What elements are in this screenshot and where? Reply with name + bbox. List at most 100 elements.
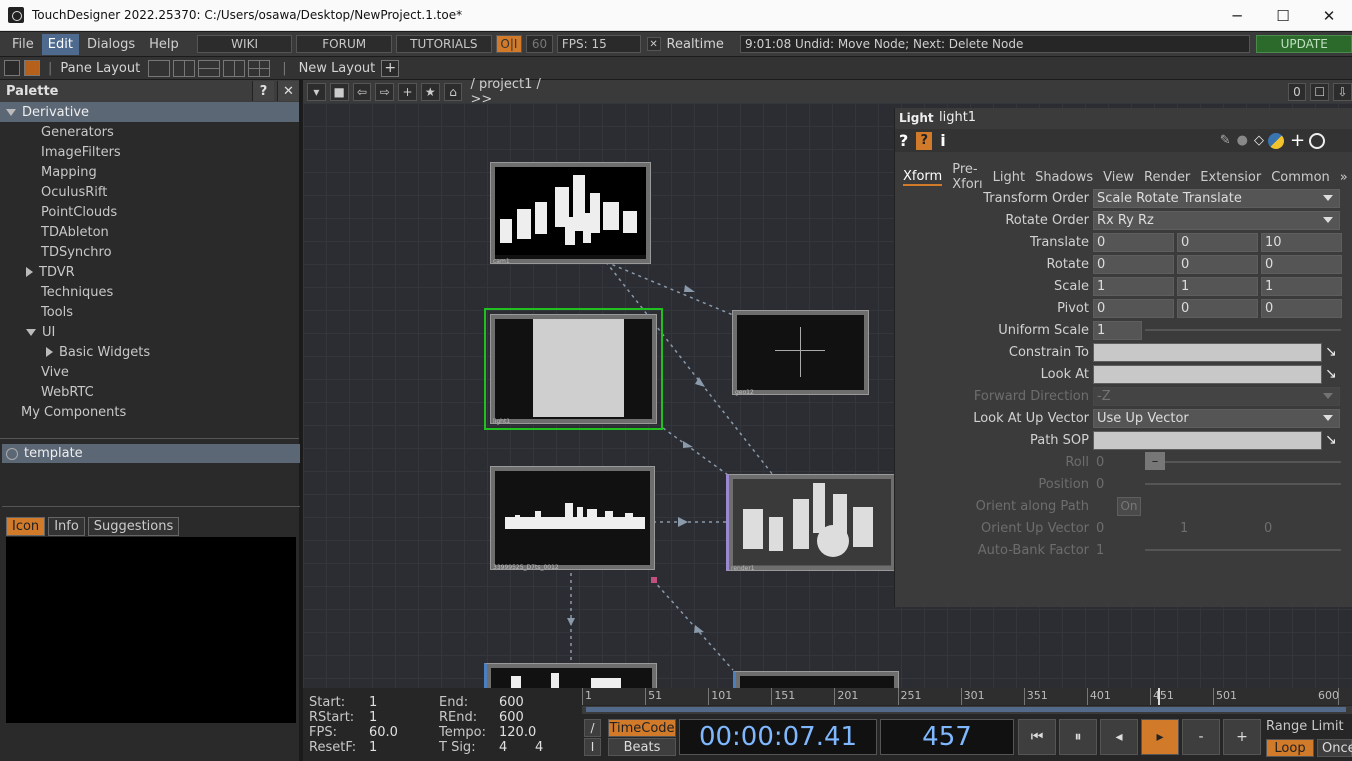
python-help-icon[interactable]: ? [916, 131, 933, 150]
param-field[interactable]: 1 [1177, 276, 1258, 296]
node-moviefilein[interactable]: 33999525_D7ts_0012 [490, 466, 655, 571]
rend-value[interactable]: 600 [499, 710, 524, 725]
param-field[interactable]: 1 [1261, 276, 1342, 296]
param-field[interactable]: 0 [1093, 475, 1142, 494]
node-cam1[interactable]: cam1 [490, 162, 651, 265]
tsig-b-value[interactable]: 4 [535, 740, 543, 755]
palette-close-button[interactable]: ✕ [277, 81, 299, 101]
param-field[interactable]: Use Up Vector [1093, 408, 1340, 428]
time-range-bar[interactable] [582, 706, 1352, 714]
tab-suggestions[interactable]: Suggestions [87, 517, 180, 536]
tsig-a-value[interactable]: 4 [499, 740, 507, 755]
param-field[interactable]: -Z [1093, 386, 1340, 406]
palette-item[interactable]: PointClouds [0, 202, 299, 222]
update-button[interactable]: UPDATE [1256, 35, 1352, 53]
param-field[interactable]: 0 [1261, 519, 1342, 538]
param-field[interactable] [1093, 430, 1322, 450]
slash-toggle[interactable]: / [584, 719, 601, 737]
palette-item[interactable]: OculusRift [0, 182, 299, 202]
rstart-value[interactable]: 1 [369, 710, 377, 725]
param-field[interactable]: Rx Ry Rz [1093, 210, 1340, 230]
start-value[interactable]: 1 [369, 695, 377, 710]
param-tab[interactable]: Xform [903, 169, 943, 186]
param-field[interactable]: 0 [1177, 254, 1258, 274]
drop-target-icon[interactable]: ↘ [1325, 432, 1337, 448]
wiki-button[interactable]: WIKI [196, 35, 293, 53]
split-down-icon[interactable]: ⇩ [1333, 82, 1352, 101]
minimize-button[interactable]: ─ [1214, 0, 1260, 31]
tab-icon[interactable]: Icon [6, 517, 46, 536]
palette-item[interactable]: UI [0, 322, 299, 342]
maximize-button[interactable]: ☐ [1260, 0, 1306, 31]
lock-icon[interactable]: ⌂ [443, 82, 463, 101]
comment-icon[interactable]: ● [1237, 133, 1248, 148]
add-icon[interactable]: + [1290, 130, 1305, 151]
op-name[interactable]: light1 [939, 110, 976, 125]
frame-display[interactable]: 457 [880, 719, 1014, 755]
param-field[interactable]: 1 [1093, 276, 1174, 296]
menu-help[interactable]: Help [143, 34, 185, 55]
param-field[interactable]: 0 [1093, 298, 1174, 318]
oi-toggle-button[interactable]: O|I [495, 35, 523, 53]
maximize-pane-icon[interactable]: ☐ [1310, 82, 1330, 101]
palette-item[interactable]: Mapping [0, 162, 299, 182]
param-field[interactable]: 1 [1093, 541, 1142, 560]
param-tab[interactable]: Light [993, 170, 1025, 185]
home-icon[interactable]: + [398, 82, 417, 101]
help-icon[interactable]: ? [899, 131, 908, 150]
tutorials-button[interactable]: TUTORIALS [396, 35, 492, 53]
timecode-display[interactable]: 00:00:07.41 [679, 719, 877, 755]
more-tabs-icon[interactable]: » [1340, 170, 1348, 185]
new-layout-label[interactable]: New Layout [299, 61, 376, 76]
param-tab[interactable]: Shadows [1035, 170, 1093, 185]
param-field[interactable]: 0 [1261, 254, 1342, 274]
param-field[interactable]: 0 [1093, 254, 1174, 274]
layout-hsplit-icon[interactable] [198, 59, 221, 77]
layout-three-icon[interactable] [223, 59, 246, 77]
param-field[interactable]: 0 [1093, 453, 1142, 472]
pencil-icon[interactable]: ✎ [1220, 133, 1231, 148]
param-field[interactable] [1093, 364, 1322, 384]
add-layout-button[interactable]: + [381, 59, 400, 77]
node-partial-1[interactable] [484, 663, 657, 688]
param-field[interactable]: 0 [1261, 298, 1342, 318]
step-back-button[interactable]: ◂ [1100, 719, 1138, 755]
network-path[interactable]: / project1 / >> [470, 77, 565, 107]
palette-item[interactable]: WebRTC [0, 382, 299, 402]
target-icon[interactable] [1309, 132, 1326, 149]
first-frame-button[interactable]: ⏮ [1018, 719, 1056, 755]
param-slider[interactable] [1145, 549, 1341, 551]
pause-button[interactable]: ⏸ [1059, 719, 1097, 755]
fps-value[interactable]: 60.0 [369, 725, 398, 740]
bookmark-star-icon[interactable]: ★ [420, 82, 440, 101]
param-field[interactable]: 0 [1177, 298, 1258, 318]
tab-info[interactable]: Info [48, 517, 85, 536]
expand-arrow-icon[interactable] [6, 108, 16, 116]
info-icon[interactable]: i [940, 131, 945, 150]
param-field[interactable]: Scale Rotate Translate [1093, 188, 1340, 208]
param-tab[interactable]: Render [1144, 170, 1190, 185]
stop-icon[interactable]: ■ [329, 82, 349, 101]
layout-single-icon[interactable] [148, 59, 171, 77]
expand-arrow-icon[interactable] [26, 328, 36, 336]
playhead[interactable] [1157, 688, 1160, 705]
drop-target-icon[interactable]: ↘ [1325, 366, 1337, 382]
param-field[interactable]: 10 [1261, 232, 1342, 252]
node-partial-2[interactable] [733, 671, 899, 688]
realtime-checkbox[interactable]: ✕ [646, 37, 661, 51]
param-slider[interactable] [1145, 329, 1341, 331]
palette-item[interactable]: TDSynchro [0, 242, 299, 262]
play-button[interactable]: ▸ [1141, 719, 1179, 755]
menu-file[interactable]: File [6, 34, 40, 55]
palette-item[interactable]: Techniques [0, 282, 299, 302]
tag-icon[interactable]: ◇ [1254, 133, 1264, 148]
param-field[interactable]: 0 [1177, 232, 1258, 252]
param-field[interactable]: 1 [1093, 320, 1142, 340]
palette-item[interactable]: My Components [0, 402, 299, 422]
back-icon[interactable]: ⇦ [352, 82, 372, 101]
resetf-value[interactable]: 1 [369, 740, 377, 755]
slider-handle[interactable]: – [1145, 452, 1165, 470]
palette-item[interactable]: Derivative [0, 102, 299, 122]
pane-split-icon[interactable] [4, 60, 20, 76]
python-icon[interactable] [1268, 132, 1285, 149]
